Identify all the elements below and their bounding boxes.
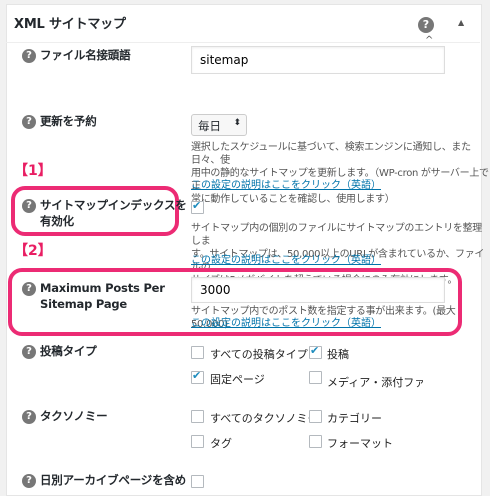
max-posts-label: Maximum Posts Per Sitemap Page bbox=[40, 280, 165, 312]
taxonomy-all-checkbox[interactable] bbox=[191, 410, 204, 423]
filename-prefix-label: ファイル名接頭語 bbox=[40, 48, 131, 62]
max-posts-help-link[interactable]: この設定の説明はここをクリック（英語） bbox=[191, 318, 381, 330]
desc-line: 選択したスケジュールに基づいて、検索エンジンに通知し、また日々、使 bbox=[191, 142, 471, 166]
post-type-page-checkbox[interactable] bbox=[191, 369, 204, 384]
post-type-post-label: 投稿 bbox=[327, 348, 349, 361]
post-type-attachment-wrapper: メディア・添付ファイル bbox=[327, 371, 423, 390]
help-icon[interactable]: ? bbox=[418, 17, 434, 33]
panel-title: XML サイトマップ bbox=[14, 17, 126, 32]
schedule-help-link[interactable]: この設定の説明はここをクリック（英語） bbox=[191, 180, 381, 192]
filename-prefix-input[interactable] bbox=[191, 46, 445, 74]
label-line: 有効化 bbox=[40, 214, 74, 228]
help-icon[interactable]: ? bbox=[22, 345, 36, 359]
help-icon[interactable]: ? bbox=[22, 115, 36, 129]
desc-line: サイトマップ内の個別のファイルにサイトマップのエントリを整理しま bbox=[191, 223, 482, 247]
sitemap-index-help-link[interactable]: この設定の説明はここをクリック（英語） bbox=[191, 255, 381, 267]
max-posts-input[interactable] bbox=[191, 277, 445, 303]
collapse-toggle-icon[interactable]: ▲ bbox=[458, 18, 464, 27]
taxonomy-category-label: カテゴリー bbox=[327, 412, 382, 425]
taxonomy-format-label: フォーマット bbox=[327, 437, 393, 450]
chevron-up-icon: ^ bbox=[425, 35, 434, 46]
date-archive-checkbox[interactable] bbox=[191, 475, 204, 488]
schedule-description: 選択したスケジュールに基づいて、検索エンジンに通知し、また日々、使 用中の静的な… bbox=[191, 141, 490, 206]
help-icon[interactable]: ? bbox=[22, 410, 36, 424]
post-type-all-checkbox[interactable] bbox=[191, 346, 204, 359]
taxonomy-category-checkbox[interactable] bbox=[309, 410, 322, 423]
help-icon[interactable]: ? bbox=[22, 49, 36, 63]
post-type-all-label: すべての投稿タイプ bbox=[210, 348, 308, 361]
taxonomy-tag-checkbox[interactable] bbox=[191, 435, 204, 448]
post-type-attachment-label: メディア・添付ファイル bbox=[327, 376, 423, 389]
annotation-2: 【2】 bbox=[14, 243, 52, 259]
label-line: Sitemap Page bbox=[40, 297, 128, 311]
help-icon[interactable]: ? bbox=[22, 199, 36, 213]
annotation-1: 【1】 bbox=[14, 163, 52, 179]
schedule-label: 更新を予約 bbox=[40, 114, 97, 128]
post-type-post-checkbox[interactable] bbox=[309, 344, 322, 359]
post-type-attachment-checkbox[interactable] bbox=[309, 371, 322, 384]
sitemap-index-label: サイトマップインデックスを 有効化 bbox=[40, 197, 187, 229]
label-line: Maximum Posts Per bbox=[40, 281, 165, 295]
chevron-updown-icon: ⬍ bbox=[233, 118, 241, 128]
schedule-selected-value: 毎日 bbox=[198, 119, 221, 133]
taxonomy-tag-label: タグ bbox=[210, 437, 232, 450]
taxonomy-format-checkbox[interactable] bbox=[309, 435, 322, 448]
sitemap-index-checkbox[interactable] bbox=[191, 199, 204, 214]
post-types-label: 投稿タイプ bbox=[40, 344, 97, 358]
taxonomies-label: タクソノミー bbox=[40, 409, 108, 423]
header-divider bbox=[6, 42, 480, 43]
schedule-select[interactable]: 毎日 ⬍ bbox=[191, 114, 247, 136]
taxonomy-all-label: すべてのタクソノミー bbox=[210, 412, 319, 425]
help-icon[interactable]: ? bbox=[22, 282, 36, 296]
label-line: サイトマップインデックスを bbox=[40, 198, 187, 212]
post-type-page-label: 固定ページ bbox=[210, 373, 265, 386]
desc-line: 常に動作していることを確認し、使用します） bbox=[191, 194, 395, 205]
